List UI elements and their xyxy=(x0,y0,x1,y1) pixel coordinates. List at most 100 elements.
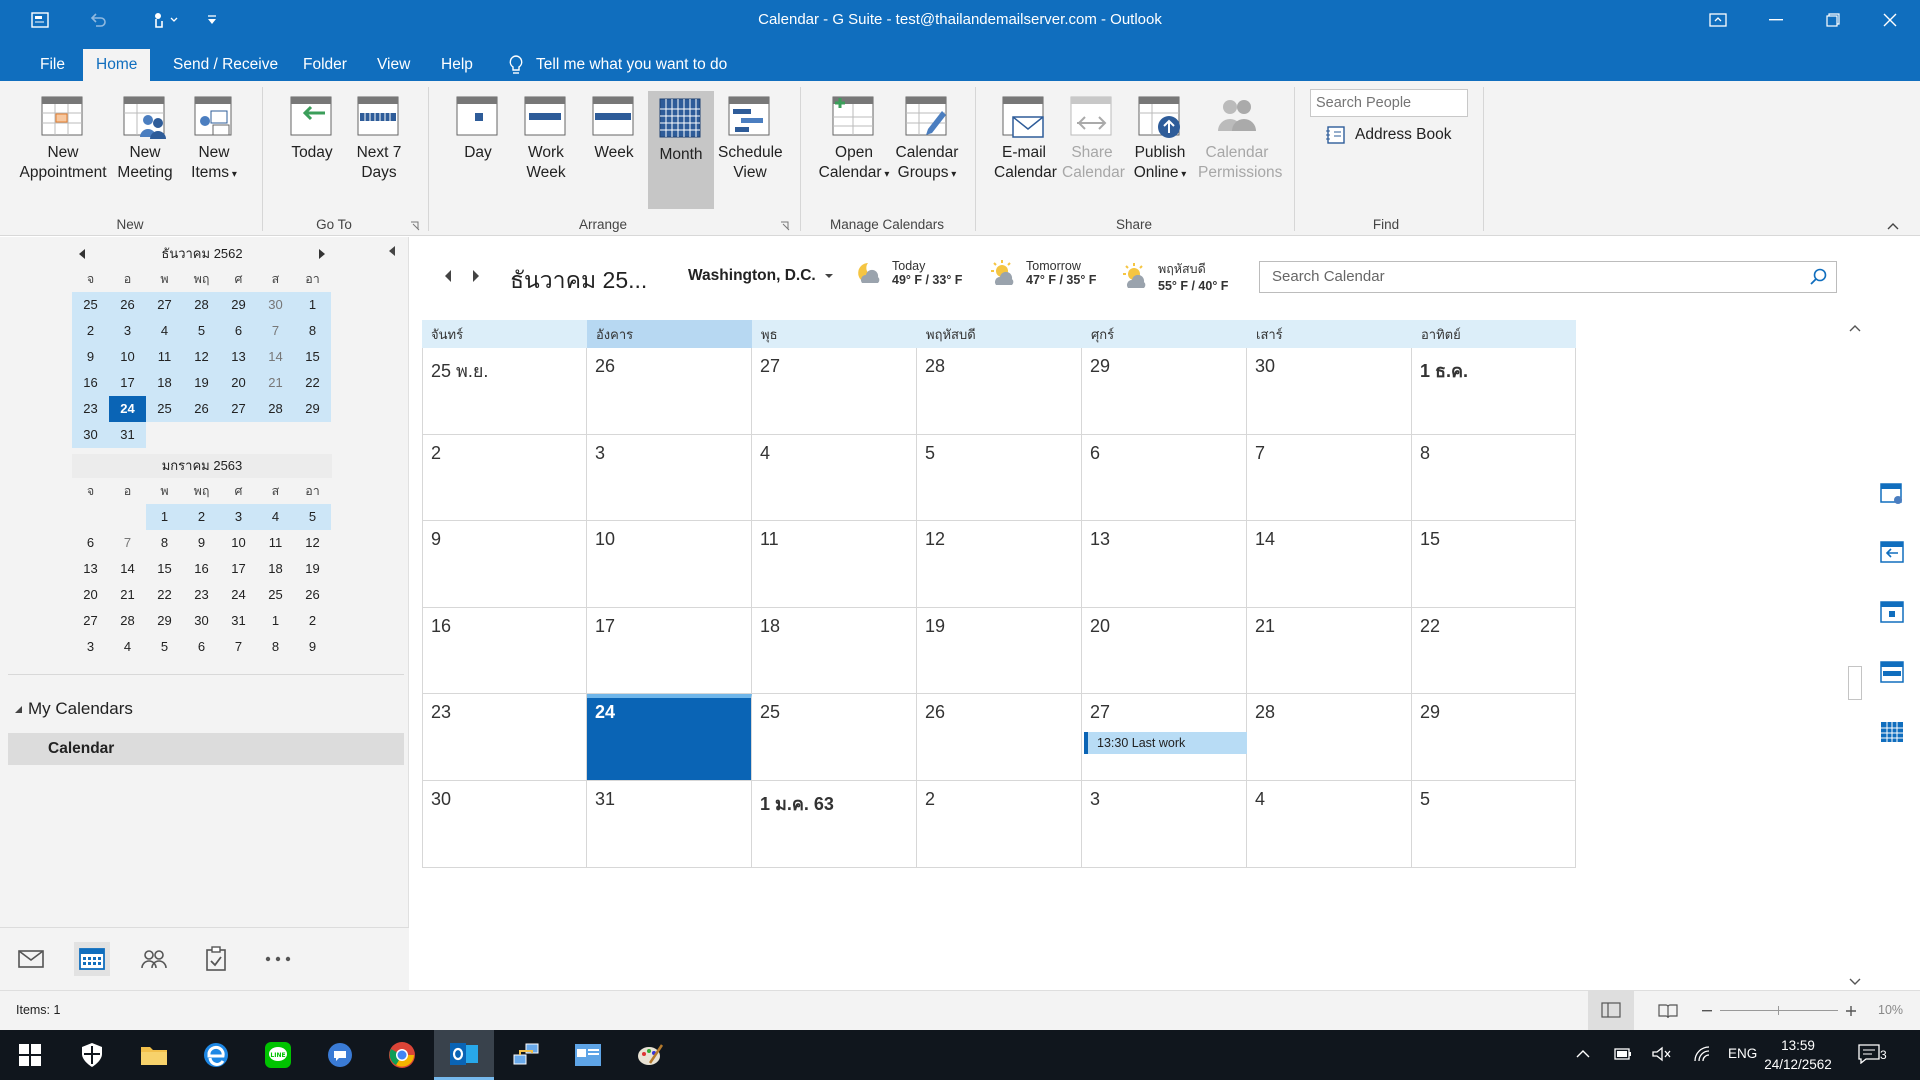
prev-month-icon[interactable] xyxy=(78,249,86,259)
day-cell[interactable]: 4 xyxy=(752,434,917,522)
mini-calendar-day[interactable]: 27 xyxy=(72,608,109,634)
mini-calendar-day[interactable]: 14 xyxy=(109,556,146,582)
chrome-app[interactable] xyxy=(372,1030,432,1080)
day-cell[interactable]: 16 xyxy=(422,607,587,695)
action-center-button[interactable]: 3 xyxy=(1858,1042,1898,1068)
collapse-pane-icon[interactable] xyxy=(387,245,397,257)
search-icon[interactable] xyxy=(1810,268,1828,286)
vertical-scrollbar[interactable] xyxy=(1846,321,1864,989)
day-cell[interactable]: 6 xyxy=(1082,434,1247,522)
day-cell[interactable]: 26 xyxy=(587,348,752,435)
normal-view-button[interactable] xyxy=(1588,991,1634,1030)
mini-calendar-day[interactable]: 6 xyxy=(183,634,220,660)
calendar-icon[interactable] xyxy=(74,942,110,976)
mini-calendar-day[interactable]: 3 xyxy=(220,504,257,530)
mini-calendar-day[interactable]: 5 xyxy=(146,634,183,660)
mini-calendar-day[interactable]: 13 xyxy=(72,556,109,582)
system-clock[interactable]: 13:59 24/12/2562 xyxy=(1756,1036,1840,1074)
mini-calendar-day[interactable]: 4 xyxy=(109,634,146,660)
search-people-input[interactable] xyxy=(1310,89,1468,117)
day-cell[interactable]: 3 xyxy=(1082,781,1247,868)
mini-calendar-day[interactable]: 25 xyxy=(257,582,294,608)
paint-app[interactable] xyxy=(620,1030,680,1080)
mini-calendar-day[interactable]: 9 xyxy=(183,530,220,556)
today-button[interactable]: Today xyxy=(284,93,340,163)
mini-calendar-day[interactable]: 1 xyxy=(294,292,331,318)
collapse-ribbon-icon[interactable] xyxy=(1886,221,1900,231)
mini-calendar-day[interactable]: 12 xyxy=(294,530,331,556)
day-cell[interactable]: 28 xyxy=(917,348,1082,435)
day-cell[interactable]: 31 xyxy=(587,781,752,868)
tab-view[interactable]: View xyxy=(364,49,423,81)
day-cell[interactable]: 12 xyxy=(917,521,1082,608)
zoom-level[interactable]: 10% xyxy=(1878,1003,1903,1017)
mini-calendar-day[interactable]: 15 xyxy=(146,556,183,582)
next-period-icon[interactable] xyxy=(471,269,481,283)
mini-calendar-day[interactable]: 30 xyxy=(72,422,109,448)
new-meeting-button[interactable]: New Meeting xyxy=(116,93,174,183)
day-cell[interactable]: 26 xyxy=(917,694,1082,781)
mini-calendar-day[interactable]: 2 xyxy=(183,504,220,530)
mini-calendar-day[interactable]: 9 xyxy=(72,344,109,370)
volume-muted-icon[interactable] xyxy=(1652,1046,1672,1062)
day-cell[interactable]: 2 xyxy=(917,781,1082,868)
mini-calendar-day[interactable]: 28 xyxy=(257,396,294,422)
share-calendar-button[interactable]: Share Calendar xyxy=(1062,93,1125,183)
mini-calendar-day[interactable]: 20 xyxy=(220,370,257,396)
next-7-days-button[interactable]: Next 7 Days xyxy=(352,93,406,183)
scroll-up-icon[interactable] xyxy=(1849,324,1861,332)
mini-calendar-day[interactable]: 10 xyxy=(109,344,146,370)
battery-icon[interactable] xyxy=(1614,1046,1632,1062)
mini-calendar-day[interactable]: 5 xyxy=(183,318,220,344)
ribbon-display-options-icon[interactable] xyxy=(1690,0,1746,40)
mini-calendar-day[interactable]: 22 xyxy=(146,582,183,608)
day-cell[interactable]: 5 xyxy=(1412,781,1576,868)
outlook-app[interactable] xyxy=(434,1030,494,1080)
day-cell[interactable]: 21 xyxy=(1247,607,1412,695)
day-cell-today[interactable]: 24 xyxy=(587,694,752,781)
mini-calendar-day[interactable]: 25 xyxy=(72,292,109,318)
day-cell[interactable]: 10 xyxy=(587,521,752,608)
day-cell[interactable]: 2 xyxy=(422,434,587,522)
mini-calendar-day[interactable]: 5 xyxy=(294,504,331,530)
tasks-icon[interactable] xyxy=(198,942,234,976)
day-cell[interactable]: 19 xyxy=(917,607,1082,695)
day-cell[interactable]: 27 13:30 Last work xyxy=(1082,694,1273,781)
day-cell[interactable]: 1 ม.ค. 63 xyxy=(752,781,917,868)
mini-calendar-day[interactable]: 29 xyxy=(294,396,331,422)
mini-calendar-day[interactable]: 8 xyxy=(294,318,331,344)
mini-calendar-day[interactable]: 8 xyxy=(257,634,294,660)
day-cell[interactable]: 18 xyxy=(752,607,917,695)
day-cell[interactable]: 7 xyxy=(1247,434,1412,522)
tab-folder[interactable]: Folder xyxy=(290,49,360,81)
mini-calendar-day[interactable]: 7 xyxy=(109,530,146,556)
address-book-button[interactable]: Address Book xyxy=(1325,125,1452,145)
zoom-slider[interactable] xyxy=(1720,1010,1838,1011)
line-app[interactable]: LINE xyxy=(248,1030,308,1080)
undo-icon[interactable] xyxy=(84,8,112,32)
week-view-button[interactable]: Week xyxy=(588,93,640,163)
calendar-event[interactable]: 13:30 Last work xyxy=(1084,732,1273,755)
mini-calendar-day[interactable]: 1 xyxy=(257,608,294,634)
mini-calendar-day[interactable]: 29 xyxy=(146,608,183,634)
calendar-folder-item[interactable]: Calendar xyxy=(8,733,404,765)
mini-calendar-day[interactable]: 2 xyxy=(72,318,109,344)
zoom-out-icon[interactable] xyxy=(1702,1010,1712,1012)
next-month-icon[interactable] xyxy=(318,249,326,259)
month-rail-icon[interactable] xyxy=(1878,719,1906,747)
restore-icon[interactable] xyxy=(1805,0,1861,40)
day-cell[interactable]: 25 xyxy=(752,694,917,781)
chat-app[interactable] xyxy=(310,1030,370,1080)
publish-online-button[interactable]: Publish Online ▾ xyxy=(1128,93,1192,185)
day-view-button[interactable]: Day xyxy=(452,93,504,163)
day-cell[interactable]: 15 xyxy=(1412,521,1576,608)
mini-calendar-day[interactable]: 28 xyxy=(183,292,220,318)
tab-file[interactable]: File xyxy=(27,49,78,81)
mini-calendar-day[interactable]: 30 xyxy=(183,608,220,634)
mini-calendar-day[interactable]: 11 xyxy=(146,344,183,370)
day-cell[interactable]: 5 xyxy=(917,434,1082,522)
previous-period-icon[interactable] xyxy=(443,269,453,283)
mini-calendar-day[interactable]: 12 xyxy=(183,344,220,370)
more-icon[interactable] xyxy=(260,942,296,976)
calendar-permissions-button[interactable]: Calendar Permissions xyxy=(1198,93,1282,183)
